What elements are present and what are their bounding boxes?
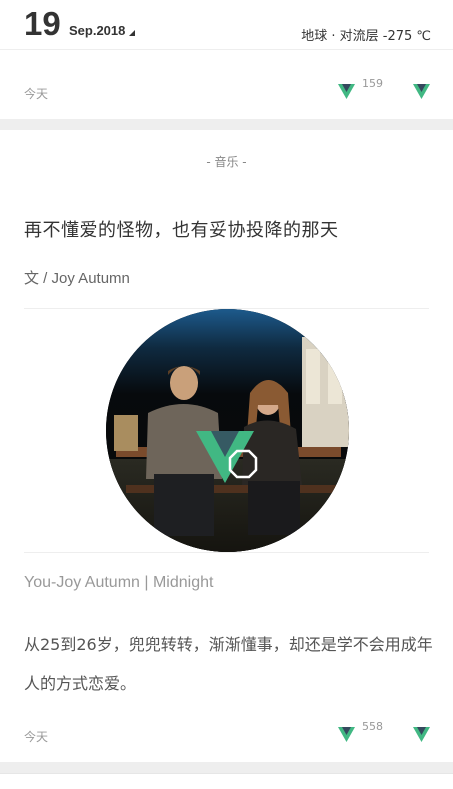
vue-logo-like-icon[interactable]: [338, 82, 355, 99]
category-label: - 音乐 -: [206, 155, 247, 169]
caret-down-icon[interactable]: [129, 30, 135, 36]
item-date: 今天: [24, 730, 49, 744]
card-footer: 今天 558: [0, 713, 453, 753]
article-excerpt: 从25到26岁，兜兜转转，渐渐懂事，却还是学不会用成年人的方式恋爱。: [24, 635, 433, 693]
song-info[interactable]: You-Joy Autumn | Midnight: [24, 574, 213, 592]
like-count: 159: [362, 77, 383, 90]
section-separator: [0, 762, 453, 773]
like-count: 558: [362, 720, 383, 733]
vue-logo-like-icon[interactable]: [338, 725, 355, 742]
article-title[interactable]: 再不懂爱的怪物，也有妥协投降的那天: [24, 216, 339, 242]
next-item-edge: [0, 773, 453, 789]
article-author: 文 / Joy Autumn: [24, 270, 130, 287]
item-date: 今天: [24, 87, 49, 101]
vue-logo-share-icon[interactable]: [413, 82, 430, 99]
date-header: 19 Sep.2018 地球 · 对流层 -275 ℃: [0, 0, 453, 50]
weather-info: 地球 · 对流层 -275 ℃: [301, 29, 431, 44]
prev-item-footer: 今天 159: [0, 70, 453, 110]
play-button-icon[interactable]: [228, 449, 258, 479]
month-year-selector[interactable]: Sep.2018: [69, 23, 125, 38]
music-card[interactable]: - 音乐 - 再不懂爱的怪物，也有妥协投降的那天 文 / Joy Autumn: [0, 131, 453, 761]
divider: [24, 552, 429, 553]
section-separator: [0, 119, 453, 130]
day-number: 19: [24, 5, 61, 42]
vue-logo-share-icon[interactable]: [413, 725, 430, 742]
